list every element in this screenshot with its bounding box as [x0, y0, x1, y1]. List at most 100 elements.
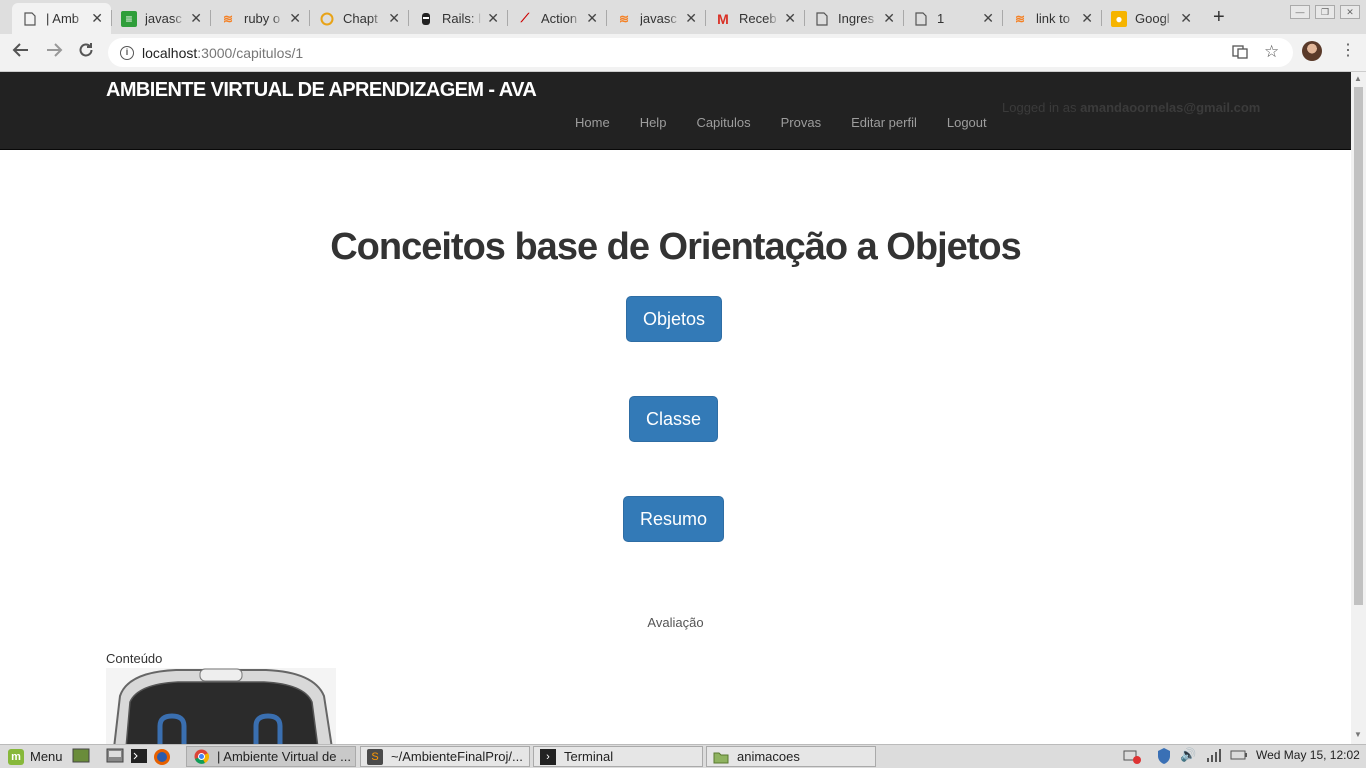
tab-ambiente[interactable]: | Amb ✕ — [12, 3, 111, 34]
close-icon[interactable]: ✕ — [883, 10, 895, 27]
close-icon[interactable]: ✕ — [190, 10, 202, 27]
close-icon[interactable]: ✕ — [487, 10, 499, 27]
close-icon[interactable]: ✕ — [586, 10, 598, 27]
logged-in-prefix: Logged in as — [1002, 100, 1077, 115]
translate-icon[interactable] — [1232, 44, 1248, 63]
close-icon[interactable]: ✕ — [1180, 10, 1192, 27]
site-navbar: AMBIENTE VIRTUAL DE APRENDIZAGEM - AVA L… — [0, 72, 1351, 150]
close-icon[interactable]: ✕ — [289, 10, 301, 27]
taskbar-window-label: Terminal — [564, 749, 614, 764]
evaluation-link[interactable]: Avaliação — [0, 615, 1351, 630]
logged-in-status: Logged in as amandaoornelas@gmail.com — [1002, 100, 1260, 115]
scroll-down-icon[interactable]: ▼ — [1354, 730, 1362, 739]
close-window-button[interactable]: ✕ — [1340, 5, 1360, 19]
chapter-title: Conceitos base de Orientação a Objetos — [330, 226, 1022, 268]
page-icon — [814, 11, 830, 27]
tab-title: ruby o — [244, 11, 281, 26]
nav-logout[interactable]: Logout — [932, 115, 1002, 130]
back-button[interactable] — [12, 41, 30, 64]
tab-1[interactable]: 1 ✕ — [903, 3, 1002, 34]
stackoverflow-icon: ≋ — [618, 11, 630, 26]
classe-button[interactable]: Classe — [629, 396, 718, 442]
close-icon[interactable]: ✕ — [1081, 10, 1093, 27]
tab-link-to[interactable]: ≋ link to ✕ — [1002, 3, 1101, 34]
tab-ruby[interactable]: ≋ ruby o ✕ — [210, 3, 309, 34]
content-label: Conteúdo — [106, 651, 163, 666]
taskbar-window-label: animacoes — [737, 749, 800, 764]
scrollbar-thumb[interactable] — [1354, 87, 1363, 605]
terminal-icon[interactable] — [130, 747, 148, 768]
close-icon[interactable]: ✕ — [784, 10, 796, 27]
logged-in-user: amandaoornelas@gmail.com — [1080, 100, 1261, 115]
network-error-icon[interactable] — [1122, 747, 1142, 768]
tab-title: Action — [541, 11, 578, 26]
page-viewport: AMBIENTE VIRTUAL DE APRENDIZAGEM - AVA L… — [0, 72, 1351, 744]
nav-home[interactable]: Home — [560, 115, 625, 130]
page-icon — [22, 11, 38, 27]
chrome-icon — [193, 749, 209, 765]
address-bar[interactable]: i localhost:3000/capitulos/1 — [108, 38, 1293, 67]
tab-ingres[interactable]: Ingres ✕ — [804, 3, 903, 34]
tab-title: Ingres — [838, 11, 875, 26]
tab-javasc-2[interactable]: ≋ javasc ✕ — [606, 3, 705, 34]
close-icon[interactable]: ✕ — [685, 10, 697, 27]
taskbar-window-chrome[interactable]: | Ambiente Virtual de ... — [186, 746, 356, 767]
minimize-button[interactable]: — — [1290, 5, 1310, 19]
bookmark-star-icon[interactable]: ☆ — [1264, 42, 1279, 62]
tab-title: Chapt — [343, 11, 378, 26]
forward-button[interactable] — [45, 41, 63, 64]
page-icon — [913, 11, 929, 27]
nav-provas[interactable]: Provas — [766, 115, 836, 130]
tab-action[interactable]: ⟋ Action ✕ — [507, 3, 606, 34]
page-scrollbar[interactable]: ▲ ▼ — [1351, 72, 1366, 744]
nav-links: Home Help Capitulos Provas Editar perfil… — [560, 115, 1002, 130]
nav-capitulos[interactable]: Capitulos — [681, 115, 765, 130]
close-icon[interactable]: ✕ — [982, 10, 994, 27]
taskbar-clock[interactable]: Wed May 15, 12:02 — [1256, 748, 1360, 762]
site-brand[interactable]: AMBIENTE VIRTUAL DE APRENDIZAGEM - AVA — [106, 79, 537, 102]
show-desktop-icon[interactable] — [72, 747, 90, 768]
reload-button[interactable] — [77, 41, 95, 64]
browser-menu-icon[interactable]: ⋮ — [1340, 40, 1356, 60]
close-icon[interactable]: ✕ — [388, 10, 400, 27]
stackexchange-icon: ≡ — [121, 10, 137, 27]
objetos-button[interactable]: Objetos — [626, 296, 722, 342]
maximize-button[interactable]: ❐ — [1315, 5, 1335, 19]
profile-avatar[interactable] — [1302, 41, 1322, 61]
url-path: :3000/capitulos/1 — [197, 44, 304, 61]
nav-editar-perfil[interactable]: Editar perfil — [836, 115, 932, 130]
new-tab-button[interactable]: + — [1213, 6, 1225, 29]
tab-javasc-1[interactable]: ≡ javasc ✕ — [111, 3, 210, 34]
volume-icon[interactable]: 🔊 — [1180, 747, 1196, 763]
taskbar-window-terminal[interactable]: › Terminal — [533, 746, 703, 767]
tab-google-keep[interactable]: ● Googl ✕ — [1101, 3, 1200, 34]
taskbar-window-label: ~/AmbienteFinalProj/... — [391, 749, 523, 764]
tab-chapter[interactable]: Chapt ✕ — [309, 3, 408, 34]
resumo-button[interactable]: Resumo — [623, 496, 724, 542]
tab-title: Googl — [1135, 11, 1170, 26]
circle-icon — [319, 11, 335, 27]
start-menu-button[interactable]: m Menu — [8, 746, 63, 767]
nav-help[interactable]: Help — [625, 115, 682, 130]
tab-title: link to — [1036, 11, 1070, 26]
tab-rails[interactable]: Rails: l ✕ — [408, 3, 507, 34]
taskbar-window-folder[interactable]: animacoes — [706, 746, 876, 767]
battery-icon[interactable] — [1230, 747, 1248, 766]
mint-logo-icon: m — [8, 748, 24, 765]
menu-label: Menu — [30, 749, 63, 764]
tab-gmail[interactable]: M Receb ✕ — [705, 3, 804, 34]
firefox-icon[interactable] — [152, 747, 172, 770]
scroll-up-icon[interactable]: ▲ — [1354, 74, 1362, 83]
tab-title: javasc — [640, 11, 677, 26]
tab-title: Receb — [739, 11, 777, 26]
keep-icon: ● — [1111, 10, 1127, 27]
signal-icon[interactable] — [1206, 747, 1222, 766]
info-icon[interactable]: i — [120, 45, 134, 60]
taskbar-window-editor[interactable]: S ~/AmbienteFinalProj/... — [360, 746, 530, 767]
rails-icon: ⟋ — [520, 11, 530, 25]
update-shield-icon[interactable] — [1156, 747, 1172, 768]
stackoverflow-icon: ≋ — [222, 11, 234, 26]
close-icon[interactable]: ✕ — [91, 10, 103, 27]
file-manager-icon[interactable] — [106, 747, 124, 768]
os-taskbar: m Menu | Ambiente Virtual de ... S ~/Amb… — [0, 744, 1366, 768]
